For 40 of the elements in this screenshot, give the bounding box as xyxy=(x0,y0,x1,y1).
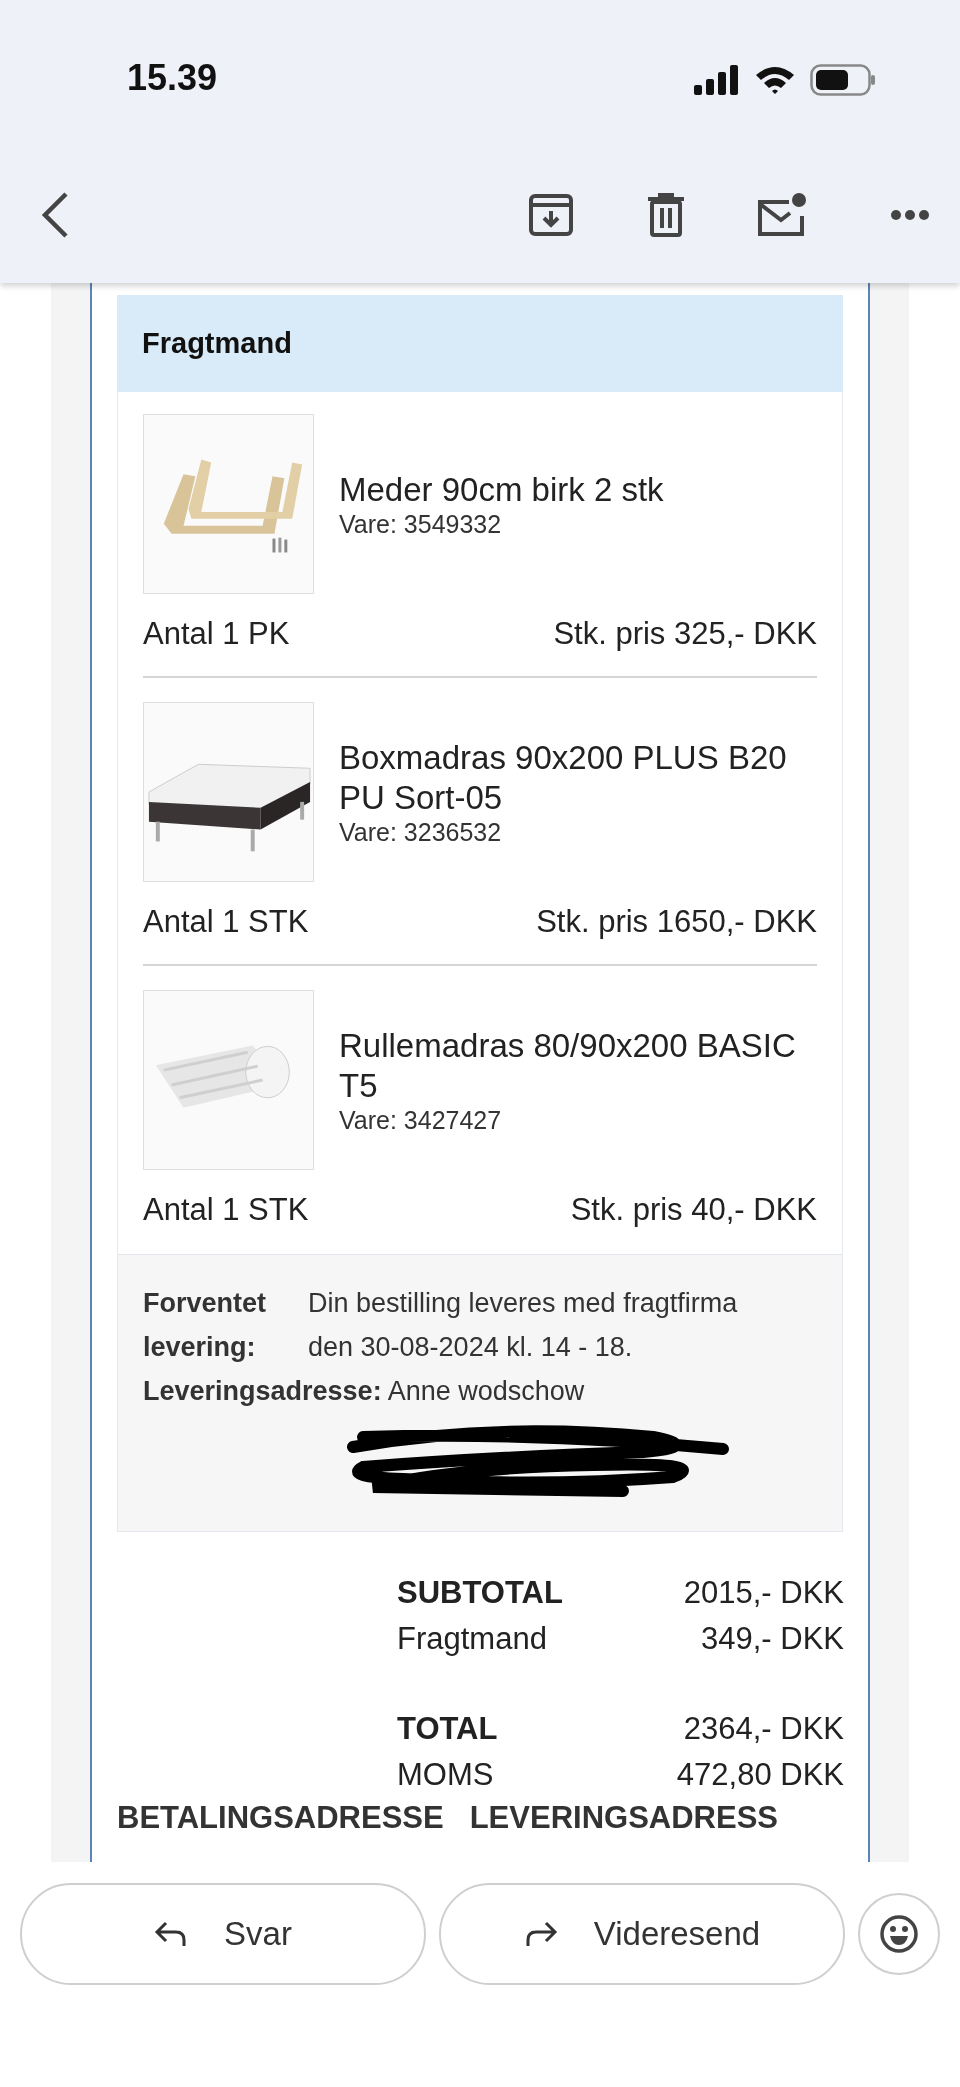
section-header: Fragtmand xyxy=(117,295,843,392)
total-value: 472,80 DKK xyxy=(675,1756,844,1794)
address-label: Leveringsadresse: xyxy=(143,1376,382,1406)
quantity: Antal 1 PK xyxy=(143,616,290,652)
forward-button[interactable]: Videresend xyxy=(439,1883,845,1985)
wifi-icon xyxy=(754,65,796,95)
status-time: 15.39 xyxy=(127,57,219,100)
more-button[interactable] xyxy=(890,209,930,221)
product-sku: Vare: 3549332 xyxy=(339,509,503,539)
product-sku: Vare: 3236532 xyxy=(339,817,503,847)
mark-unread-button[interactable] xyxy=(756,192,806,238)
address-heading: BETALINGSADRESSE xyxy=(117,1800,444,1836)
product-name: Boxmadras 90x200 PLUS B20 PU Sort-05 xyxy=(339,737,788,818)
address-name: Anne wodschow xyxy=(387,1376,585,1406)
total-label: TOTAL xyxy=(397,1710,498,1748)
product-name: Rullemadras 80/90x200 BASIC T5 xyxy=(339,1025,797,1106)
battery-icon xyxy=(810,64,876,96)
unit-price: Stk. pris 40,- DKK xyxy=(570,1192,817,1228)
address-heading: LEVERINGSADRESS xyxy=(469,1800,779,1836)
total-value: 2364,- DKK xyxy=(682,1710,844,1748)
reply-button[interactable]: Svar xyxy=(20,1883,426,1985)
product-sku: Vare: 3427427 xyxy=(339,1105,503,1135)
product-name: Meder 90cm birk 2 stk xyxy=(339,469,664,510)
total-label: Fragtmand xyxy=(397,1620,548,1658)
quantity: Antal 1 STK xyxy=(143,904,309,940)
delivery-text: Din bestilling leveres med fragtfirma den 30-08-2024 kl. 14 - 18. xyxy=(308,1287,739,1364)
delivery-label: Forventet levering: xyxy=(143,1287,268,1364)
quantity: Antal 1 STK xyxy=(143,1192,309,1228)
reply-icon xyxy=(154,1919,189,1949)
total-label: SUBTOTAL xyxy=(397,1574,563,1612)
unit-price: Stk. pris 325,- DKK xyxy=(553,616,817,652)
total-value: 2015,- DKK xyxy=(682,1574,844,1612)
archive-button[interactable] xyxy=(528,193,574,237)
back-button[interactable] xyxy=(40,191,70,239)
total-label: MOMS xyxy=(397,1756,495,1794)
delete-button[interactable] xyxy=(646,192,686,238)
smiley-icon xyxy=(879,1914,919,1954)
signal-icon xyxy=(694,65,740,95)
unit-price: Stk. pris 1650,- DKK xyxy=(536,904,817,940)
total-value: 349,- DKK xyxy=(700,1620,844,1658)
